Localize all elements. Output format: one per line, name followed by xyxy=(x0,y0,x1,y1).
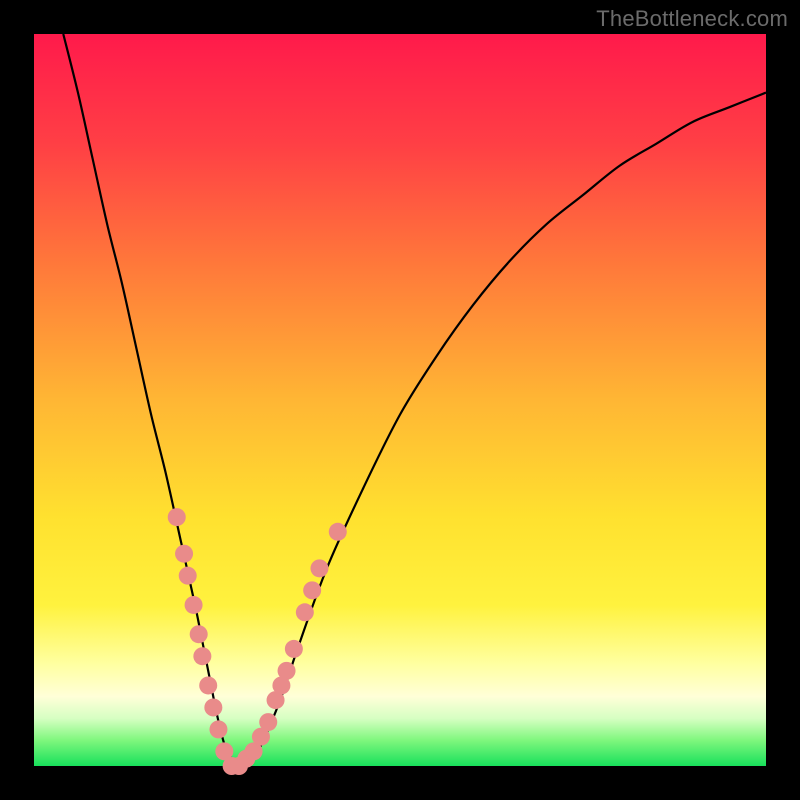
sample-point xyxy=(310,559,328,577)
sample-point xyxy=(190,625,208,643)
sample-point xyxy=(204,698,222,716)
sample-point xyxy=(175,545,193,563)
sample-point xyxy=(209,720,227,738)
sample-point xyxy=(185,596,203,614)
sample-point xyxy=(259,713,277,731)
sample-point xyxy=(285,640,303,658)
chart-svg xyxy=(0,0,800,800)
chart-frame: TheBottleneck.com xyxy=(0,0,800,800)
sample-point xyxy=(168,508,186,526)
sample-point xyxy=(296,603,314,621)
sample-point xyxy=(329,523,347,541)
sample-point xyxy=(278,662,296,680)
sample-point xyxy=(179,567,197,585)
sample-point xyxy=(303,581,321,599)
watermark-text: TheBottleneck.com xyxy=(596,6,788,32)
sample-point xyxy=(199,676,217,694)
sample-point xyxy=(193,647,211,665)
